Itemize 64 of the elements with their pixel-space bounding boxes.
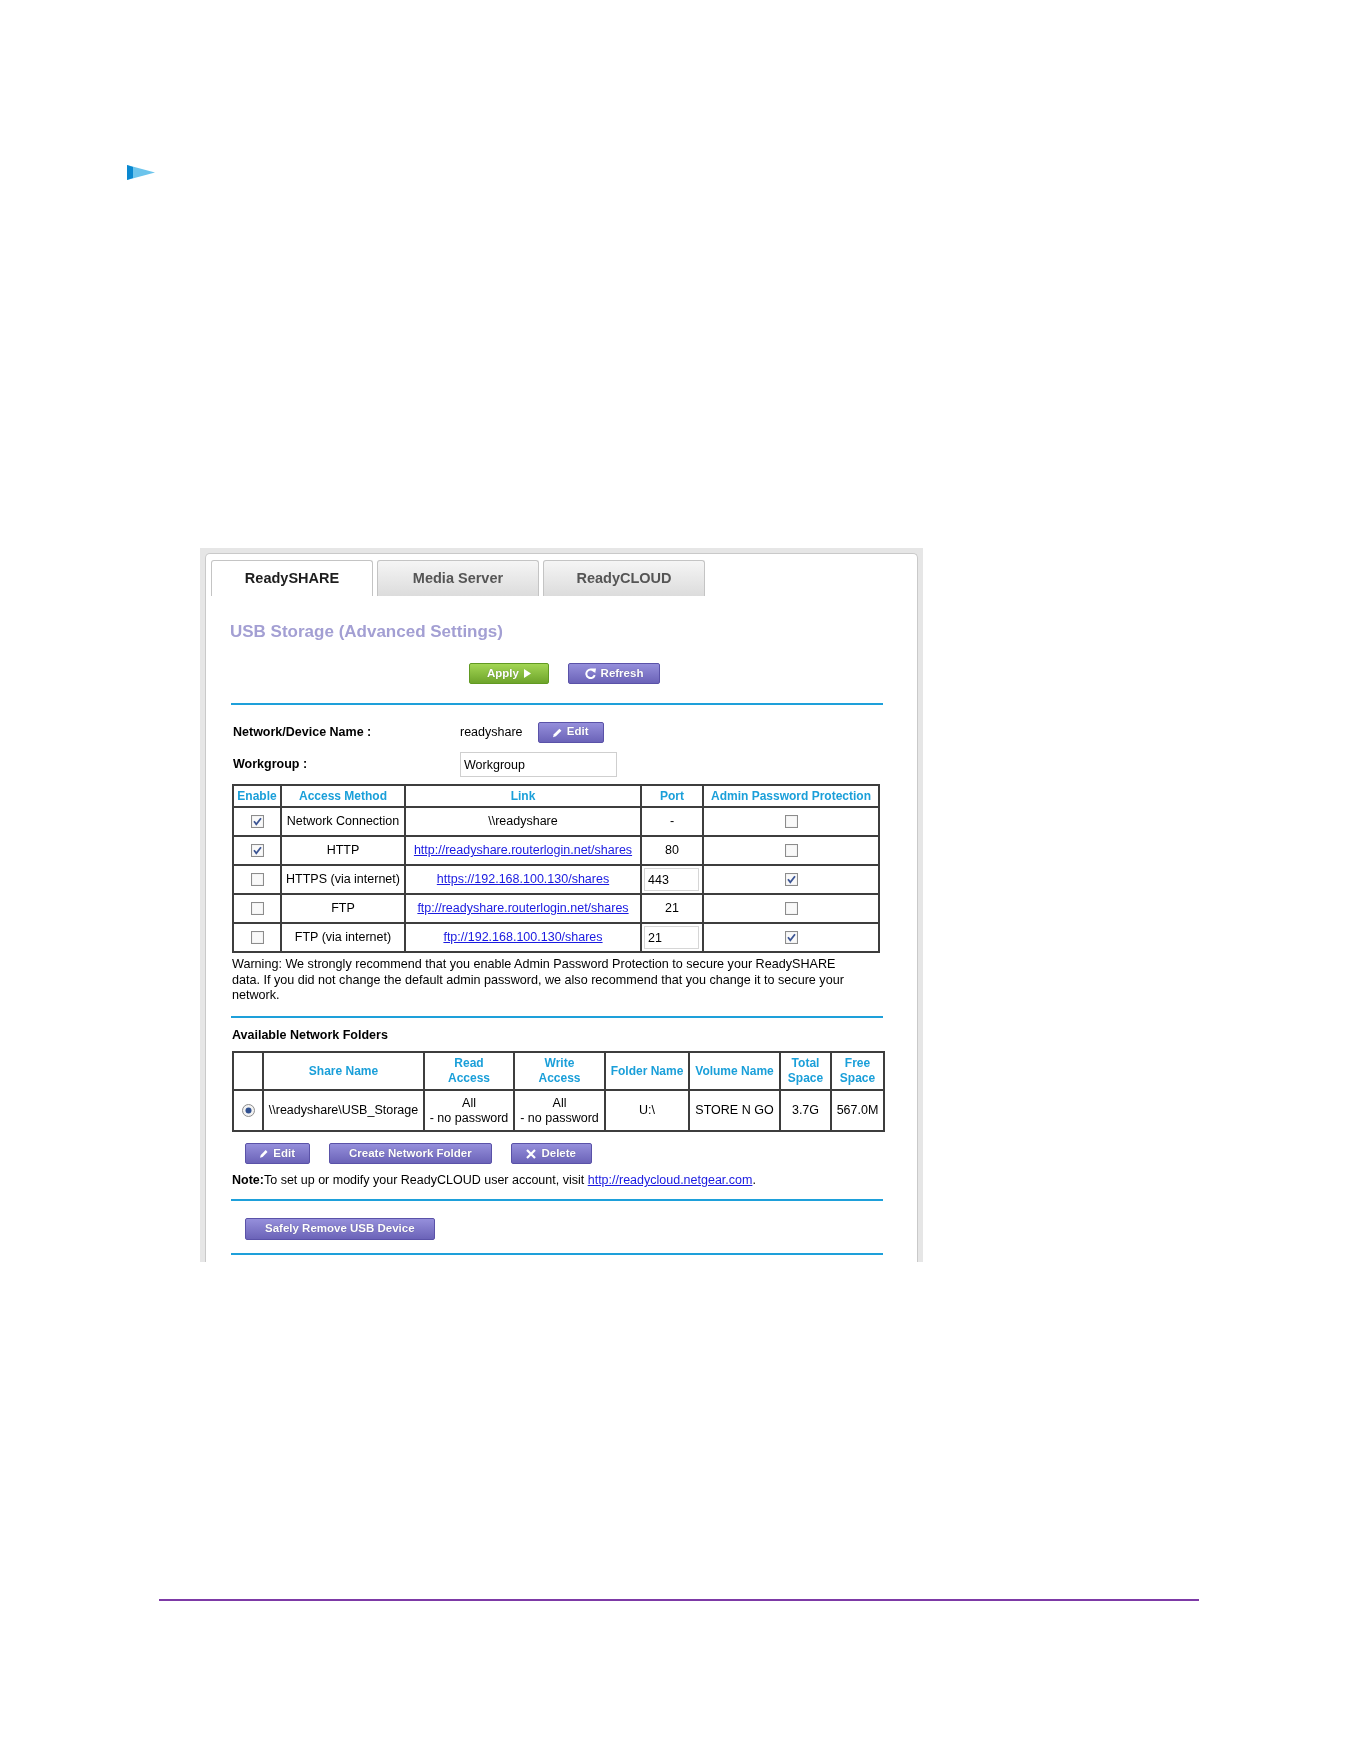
table-cell: FTP [281, 894, 405, 923]
safely-remove-button[interactable]: Safely Remove USB Device [245, 1218, 435, 1241]
column-header: Access Method [281, 785, 405, 807]
radio-button[interactable] [241, 1104, 255, 1118]
workgroup-field[interactable]: Workgroup [460, 752, 617, 777]
note-text: Note:To set up or modify your ReadyCLOUD user account, visit http://readycloud.netgear.com. [232, 1172, 757, 1189]
table-cell: All - no password [424, 1090, 514, 1132]
section-heading: Available Network Folders [232, 1027, 388, 1044]
checkbox[interactable] [250, 873, 264, 886]
tab[interactable]: Media Server [377, 560, 539, 596]
refresh-icon [584, 668, 596, 679]
table-cell: Network Connection [281, 807, 405, 836]
table-cell: 80 [641, 836, 703, 865]
column-header: Link [405, 785, 641, 807]
checkbox[interactable] [784, 902, 798, 915]
edit-button[interactable]: Edit [537, 721, 604, 743]
checkbox[interactable] [784, 844, 798, 857]
port-field[interactable]: 443 [644, 868, 699, 891]
column-header: Volume Name [689, 1052, 780, 1091]
checkbox[interactable] [250, 931, 264, 944]
column-header: Free Space [831, 1052, 884, 1091]
create-folder-button[interactable]: Create Network Folder [329, 1143, 492, 1165]
table-cell: HTTPS (via internet) [281, 865, 405, 894]
edit-button[interactable]: Edit [245, 1143, 310, 1165]
pencil-icon [552, 726, 562, 738]
column-header: Total Space [780, 1052, 831, 1091]
checkbox[interactable] [250, 844, 264, 857]
field-label: Workgroup : [232, 757, 309, 772]
tab[interactable]: ReadySHARE [211, 560, 373, 596]
column-header: Port [641, 785, 703, 807]
checkbox[interactable] [784, 815, 798, 828]
column-header: Share Name [263, 1052, 424, 1091]
field-label: Network/Device Name : [232, 724, 373, 740]
checkbox[interactable] [250, 902, 264, 915]
column-header: Write Access [514, 1052, 605, 1091]
column-header: Admin Password Protection [703, 785, 879, 807]
device-name-value: readyshare [460, 724, 523, 740]
page-title: USB Storage (Advanced Settings) [230, 621, 503, 643]
table-cell: \\readyshare\USB_Storage [263, 1090, 424, 1132]
delete-button[interactable]: Delete [510, 1143, 592, 1165]
checkbox[interactable] [784, 931, 798, 944]
table-cell: - [641, 807, 703, 836]
column-header: Enable [233, 785, 281, 807]
column-header: Read Access [424, 1052, 514, 1091]
table-cell: STORE N GO [689, 1090, 780, 1132]
triangle-bullet-icon [127, 165, 155, 180]
tab[interactable]: ReadyCLOUD [543, 560, 705, 596]
table-cell: FTP (via internet) [281, 923, 405, 952]
table-cell: U:\ [605, 1090, 689, 1132]
refresh-button[interactable]: Refresh [568, 663, 660, 684]
play-icon [523, 669, 531, 678]
cross-icon [526, 1148, 537, 1159]
table-cell: All - no password [514, 1090, 605, 1132]
table-cell: 567.0M [831, 1090, 884, 1132]
table-cell: 21 [641, 894, 703, 923]
checkbox[interactable] [784, 873, 798, 886]
table-cell: \\readyshare [405, 807, 641, 836]
table-cell: 3.7G [780, 1090, 831, 1132]
checkbox[interactable] [250, 815, 264, 828]
pencil-icon [260, 1148, 269, 1160]
warning-text: Warning: We strongly recommend that you enable Admin Password Protection to secure your ReadySHARE data. If you did not change the default admin password, we also recommend that you change it to secure your network. [232, 957, 845, 1005]
table-cell: HTTP [281, 836, 405, 865]
column-header: Folder Name [605, 1052, 689, 1091]
port-field[interactable]: 21 [644, 926, 699, 949]
